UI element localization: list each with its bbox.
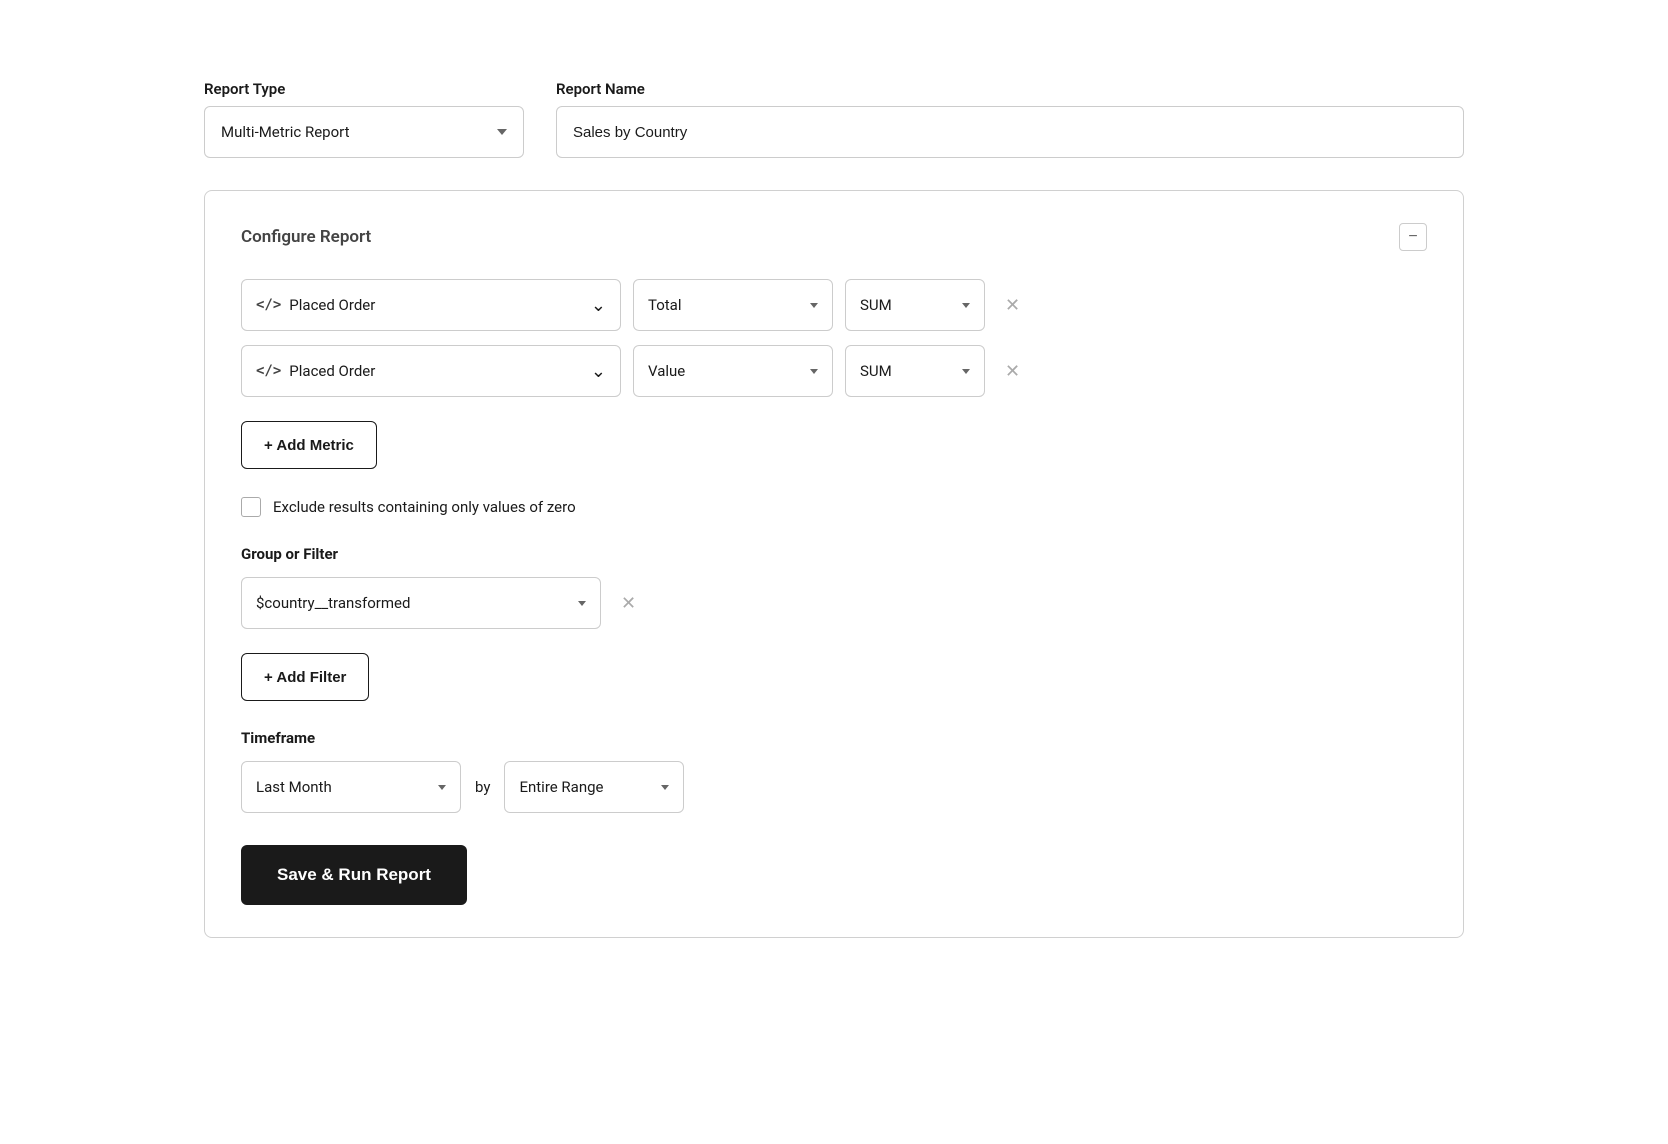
timeframe-chevron-icon [438, 785, 446, 790]
metric-2-code-icon: </> [256, 363, 281, 379]
filter-remove-button[interactable]: ✕ [613, 590, 644, 616]
collapse-button[interactable]: − [1399, 223, 1427, 251]
add-metric-button[interactable]: + Add Metric [241, 421, 377, 469]
metric-2-field-select[interactable]: Value [633, 345, 833, 397]
metric-1-chevron-icon: ⌄ [591, 295, 606, 316]
metric-1-agg-value: SUM [860, 296, 892, 314]
filter-value: $country__transformed [256, 594, 410, 612]
report-name-label: Report Name [556, 80, 1464, 98]
metric-row-1: </> Placed Order ⌄ Total SUM ✕ [241, 279, 1427, 331]
metric-1-field-select[interactable]: Total [633, 279, 833, 331]
exclude-zeros-checkbox[interactable] [241, 497, 261, 517]
report-type-value: Multi-Metric Report [221, 123, 350, 141]
configure-title: Configure Report [241, 227, 371, 247]
exclude-zeros-label: Exclude results containing only values o… [273, 498, 576, 516]
metric-2-field-value: Value [648, 362, 685, 380]
metric-2-field-chevron-icon [810, 369, 818, 374]
report-name-group: Report Name [556, 80, 1464, 158]
timeframe-row: Last Month by Entire Range [241, 761, 1427, 813]
by-label: by [475, 778, 490, 796]
metric-2-event-label: Placed Order [289, 362, 583, 380]
page-container: Report Type Multi-Metric Report Report N… [204, 40, 1464, 978]
report-type-label: Report Type [204, 80, 524, 98]
metric-1-remove-button[interactable]: ✕ [997, 292, 1028, 318]
metric-1-agg-select[interactable]: SUM [845, 279, 985, 331]
metric-2-chevron-icon: ⌄ [591, 361, 606, 382]
timeframe-label: Timeframe [241, 729, 1427, 747]
configure-header: Configure Report − [241, 223, 1427, 251]
metric-2-agg-select[interactable]: SUM [845, 345, 985, 397]
add-filter-button[interactable]: + Add Filter [241, 653, 369, 701]
metric-1-code-icon: </> [256, 297, 281, 313]
range-value: Entire Range [519, 778, 603, 796]
metric-1-agg-chevron-icon [962, 303, 970, 308]
range-chevron-icon [661, 785, 669, 790]
report-type-select[interactable]: Multi-Metric Report [204, 106, 524, 158]
save-run-button[interactable]: Save & Run Report [241, 845, 467, 905]
report-type-chevron-icon [497, 129, 507, 135]
metric-row-2: </> Placed Order ⌄ Value SUM ✕ [241, 345, 1427, 397]
configure-panel: Configure Report − </> Placed Order ⌄ To… [204, 190, 1464, 938]
metric-1-event-label: Placed Order [289, 296, 583, 314]
metric-2-agg-chevron-icon [962, 369, 970, 374]
metric-2-event-select[interactable]: </> Placed Order ⌄ [241, 345, 621, 397]
group-filter-label: Group or Filter [241, 545, 1427, 563]
metric-1-event-select[interactable]: </> Placed Order ⌄ [241, 279, 621, 331]
filter-chevron-icon [578, 601, 586, 606]
timeframe-select[interactable]: Last Month [241, 761, 461, 813]
exclude-zeros-row: Exclude results containing only values o… [241, 497, 1427, 517]
metric-1-field-chevron-icon [810, 303, 818, 308]
filter-row-1: $country__transformed ✕ [241, 577, 1427, 629]
filter-select[interactable]: $country__transformed [241, 577, 601, 629]
report-name-input[interactable] [556, 106, 1464, 158]
metric-2-agg-value: SUM [860, 362, 892, 380]
top-row: Report Type Multi-Metric Report Report N… [204, 80, 1464, 158]
timeframe-value: Last Month [256, 778, 332, 796]
metric-1-field-value: Total [648, 296, 682, 314]
report-type-group: Report Type Multi-Metric Report [204, 80, 524, 158]
metric-2-remove-button[interactable]: ✕ [997, 358, 1028, 384]
range-select[interactable]: Entire Range [504, 761, 684, 813]
collapse-icon: − [1408, 228, 1417, 246]
